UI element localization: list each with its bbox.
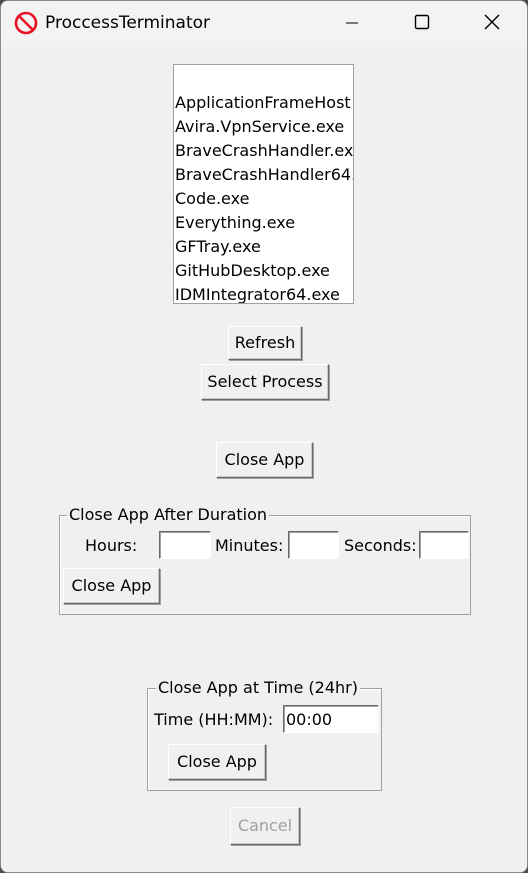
maximize-button[interactable]	[387, 1, 457, 47]
time-group: Close App at Time (24hr) Time (HH:MM): C…	[147, 679, 382, 791]
close-app-at-time-button[interactable]: Close App	[168, 744, 266, 780]
list-item[interactable]: Everything.exe	[174, 211, 353, 235]
minimize-icon	[345, 15, 359, 34]
minutes-input[interactable]	[288, 531, 339, 559]
hours-label: Hours:	[85, 536, 138, 555]
duration-group-title: Close App After Duration	[67, 505, 270, 524]
prohibited-icon	[14, 11, 38, 35]
refresh-button[interactable]: Refresh	[228, 326, 302, 360]
maximize-icon	[414, 14, 430, 34]
hours-input[interactable]	[159, 531, 211, 559]
list-item[interactable]: IDMIntegrator64.exe	[174, 283, 353, 303]
seconds-input[interactable]	[419, 531, 469, 559]
list-item[interactable]: BraveCrashHandler64.e	[174, 163, 353, 187]
time-input[interactable]	[283, 705, 379, 733]
select-process-button[interactable]: Select Process	[201, 364, 329, 400]
window-title: ProccessTerminator	[45, 13, 211, 33]
close-app-after-duration-button[interactable]: Close App	[63, 568, 160, 604]
process-listbox[interactable]: ApplicationFrameHost Avira.VpnService.ex…	[173, 64, 354, 304]
app-window: ProccessTerminator ApplicationFrameHost …	[0, 0, 528, 873]
cancel-button[interactable]: Cancel	[230, 807, 300, 845]
time-group-title: Close App at Time (24hr)	[156, 678, 360, 697]
close-icon	[484, 14, 500, 34]
list-item[interactable]: Avira.VpnService.exe	[174, 115, 353, 139]
title-bar[interactable]: ProccessTerminator	[1, 1, 527, 47]
duration-group: Close App After Duration Hours: Minutes:…	[59, 506, 471, 615]
list-item[interactable]: Code.exe	[174, 187, 353, 211]
minimize-button[interactable]	[317, 1, 387, 47]
list-item[interactable]: ApplicationFrameHost	[174, 91, 353, 115]
list-item[interactable]: BraveCrashHandler.exe	[174, 139, 353, 163]
close-window-button[interactable]	[457, 1, 527, 47]
list-item[interactable]: GFTray.exe	[174, 235, 353, 259]
list-item[interactable]: GitHubDesktop.exe	[174, 259, 353, 283]
close-app-button[interactable]: Close App	[216, 442, 313, 478]
minutes-label: Minutes:	[215, 536, 284, 555]
client-area: ApplicationFrameHost Avira.VpnService.ex…	[1, 47, 527, 872]
time-label: Time (HH:MM):	[154, 710, 274, 729]
seconds-label: Seconds:	[344, 536, 417, 555]
